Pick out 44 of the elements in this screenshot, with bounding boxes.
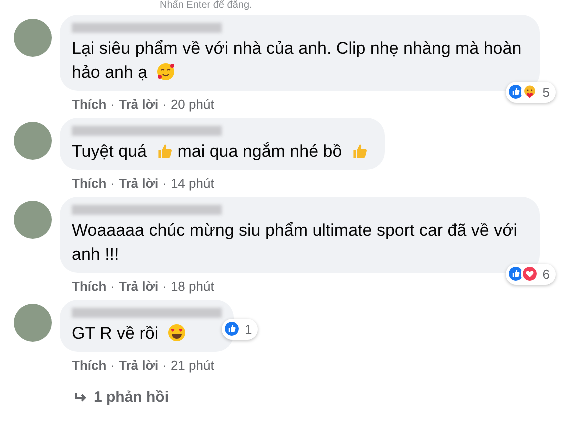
like-link[interactable]: Thích	[72, 356, 107, 376]
avatar-photo-placeholder[interactable]	[14, 304, 52, 342]
thumbs-up-emoji-icon	[156, 142, 174, 160]
comment-time: 14 phút	[170, 174, 214, 193]
avatar-photo-placeholder[interactable]	[14, 19, 52, 57]
reply-arrow-icon	[74, 392, 88, 404]
separator-dot: ·	[110, 356, 116, 375]
separator-dot: ·	[162, 278, 167, 296]
avatar-photo-placeholder[interactable]	[14, 122, 52, 160]
reaction-count: 5	[542, 84, 550, 102]
reactions-summary[interactable]: 1	[222, 318, 258, 340]
comment-text: GT R về rồi	[72, 322, 222, 346]
separator-dot: ·	[162, 356, 167, 375]
reactions-summary[interactable]: 6	[506, 264, 556, 285]
reaction-count: 6	[542, 266, 550, 284]
thumbs-up-emoji-icon	[350, 142, 369, 160]
replies-link[interactable]: 1 phản hồi	[74, 387, 572, 410]
like-reaction-icon	[506, 83, 525, 102]
separator-dot: ·	[110, 174, 116, 193]
separator-dot: ·	[162, 174, 167, 193]
like-link[interactable]: Thích	[72, 94, 107, 114]
like-link[interactable]: Thích	[72, 174, 107, 194]
like-reaction-icon	[223, 320, 241, 338]
separator-dot: ·	[162, 96, 167, 114]
post-hint-text: Nhấn Enter để đăng.	[159, 0, 254, 12]
heart-eyes-emoji-icon	[167, 323, 188, 343]
like-link[interactable]: Thích	[72, 276, 107, 296]
separator-dot: ·	[110, 96, 116, 114]
reactions-summary[interactable]: 5	[506, 82, 556, 103]
comment-time: 18 phút	[170, 278, 214, 296]
reply-link[interactable]: Trả lời	[119, 276, 159, 296]
comment-time: 21 phút	[170, 356, 214, 375]
reply-link[interactable]: Trả lời	[119, 356, 159, 376]
reply-link[interactable]: Trả lời	[119, 174, 159, 194]
reaction-count: 1	[245, 320, 252, 338]
comment-text: Tuyệt quá mai qua ngắm nhé bồ	[72, 140, 373, 164]
comment-time: 20 phút	[170, 96, 214, 114]
heart-reaction-icon	[520, 265, 539, 284]
separator-dot: ·	[110, 278, 116, 296]
comment-text: Woaaaaa chúc mừng siu phẩm ultimate sport car đã về với anh !!!	[72, 220, 519, 266]
avatar-photo-placeholder[interactable]	[14, 201, 52, 239]
comment-text: Lại siêu phẩm về với nhà của anh. Clip nhẹ nhàng mà hoàn hảo anh ạ	[72, 38, 522, 84]
smiling-face-hearts-emoji-icon	[156, 62, 176, 82]
reply-link[interactable]: Trả lời	[119, 94, 159, 114]
